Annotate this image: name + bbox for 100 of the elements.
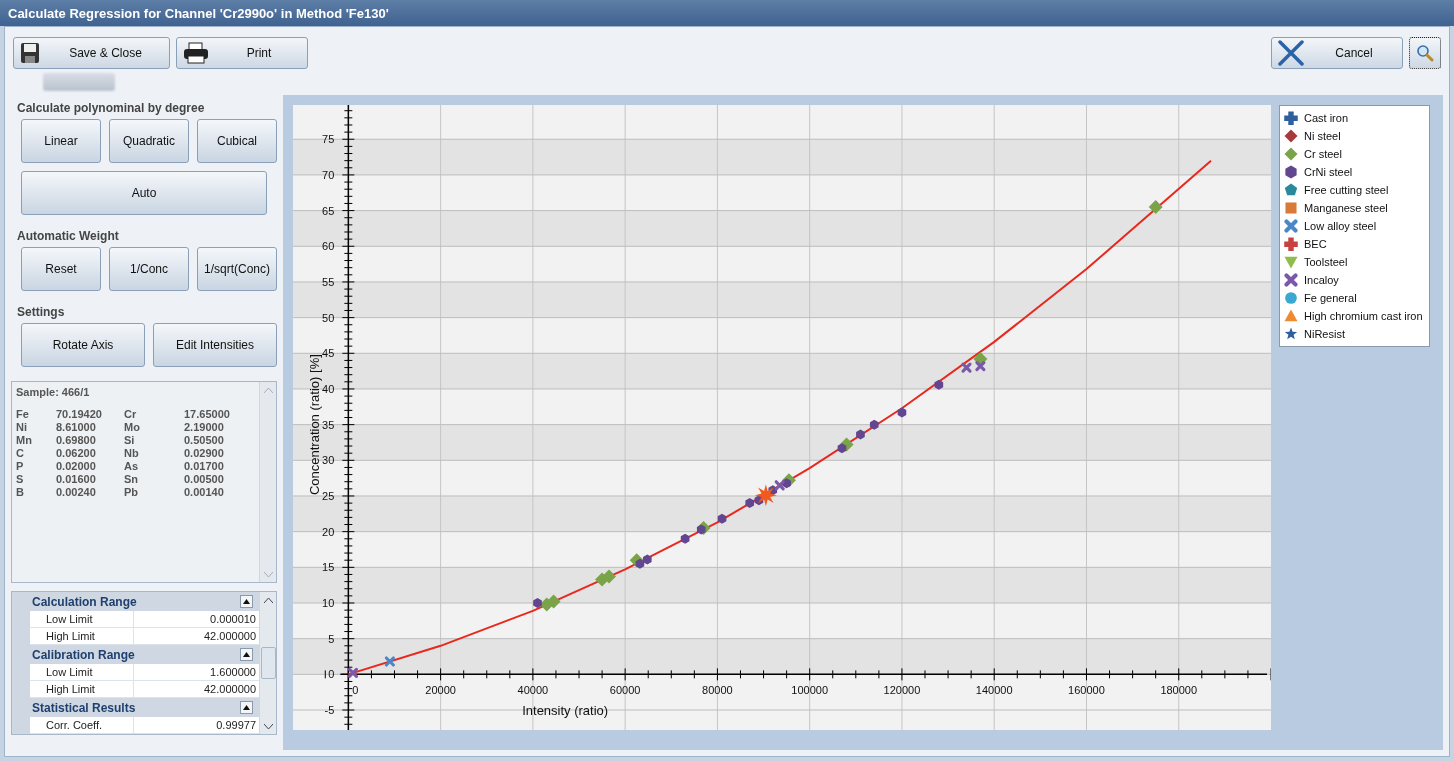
category-label: Calibration Range [32, 647, 136, 662]
property-value[interactable]: 0.99977 [133, 717, 259, 734]
collapse-toggle[interactable] [240, 648, 253, 661]
legend-label: Cr steel [1304, 148, 1342, 160]
y-tick-label: 25 [322, 490, 335, 502]
y-tick-label: 10 [322, 597, 335, 609]
y-axis-label: Concentration (ratio) [%] [307, 354, 322, 496]
element-value: 0.00240 [56, 486, 97, 499]
y-tick-label: 75 [322, 133, 335, 146]
caret-up-icon [243, 705, 250, 710]
section-title: Calculate polynominal by degree [17, 101, 206, 115]
section-title: Settings [17, 305, 66, 319]
element-symbol: Cr [124, 408, 138, 421]
property-value[interactable]: 1.600000 [133, 664, 259, 681]
option-button[interactable]: Rotate Axis [21, 323, 145, 367]
x-tick-label: 160000 [1068, 684, 1105, 697]
y-tick-label: 40 [322, 382, 335, 395]
element-symbol: Si [124, 434, 136, 447]
window-title: Calculate Regression for Channel 'Cr2990o' in Method 'Fe130' [0, 0, 1454, 26]
element-symbol: Mn [16, 434, 33, 447]
caret-up-icon [243, 652, 250, 657]
x-tick-label: 60000 [609, 684, 641, 697]
element-symbol: C [16, 447, 25, 460]
y-tick-label: 70 [322, 168, 335, 181]
element-value: 0.01700 [184, 460, 225, 473]
property-value[interactable]: 42.000000 [133, 681, 259, 698]
property-label: High Limit [30, 681, 133, 698]
legend-label: BEC [1304, 238, 1327, 250]
property-value[interactable]: 0.000010 [133, 611, 259, 628]
x-tick-label: 100000 [791, 684, 829, 697]
legend-label: Cast iron [1304, 112, 1349, 124]
y-tick-label: -5 [324, 704, 335, 716]
caret-up-icon [243, 599, 250, 604]
legend-label: Toolsteel [1304, 256, 1348, 268]
y-tick-label: 35 [322, 418, 335, 431]
y-tick-label: 20 [322, 525, 335, 538]
legend-label: Free cutting steel [1304, 184, 1389, 196]
option-button[interactable]: Reset [21, 247, 101, 291]
element-value: 0.02900 [184, 447, 225, 460]
legend-label: Fe general [1304, 292, 1357, 304]
x-tick-label: 20000 [425, 684, 456, 697]
option-button[interactable]: 1/Conc [109, 247, 189, 291]
option-button[interactable]: Cubical [197, 119, 277, 163]
element-symbol: As [124, 460, 140, 473]
element-symbol: Sn [124, 473, 140, 486]
element-value: 2.19000 [184, 421, 225, 434]
option-button[interactable]: Edit Intensities [153, 323, 277, 367]
element-symbol: B [16, 486, 25, 499]
element-value: 8.61000 [56, 421, 97, 434]
collapse-toggle[interactable] [240, 701, 253, 714]
x-tick-label: 120000 [883, 684, 921, 697]
y-tick-label: 55 [322, 275, 335, 288]
printer-icon [183, 42, 209, 64]
element-symbol: Pb [124, 486, 140, 499]
element-value: 0.50500 [184, 434, 225, 447]
scroll-thumb[interactable] [260, 647, 276, 679]
print-button[interactable]: Print [176, 37, 308, 69]
legend-label: Low alloy steel [1304, 220, 1377, 232]
auto-button[interactable]: Auto [21, 171, 267, 215]
element-symbol: Fe [16, 408, 30, 421]
element-symbol: P [16, 460, 25, 473]
property-label: Corr. Coeff. [30, 717, 133, 734]
element-value: 0.00500 [184, 473, 225, 486]
close-icon [1278, 40, 1304, 66]
legend-label: Incaloy [1304, 274, 1339, 286]
x-axis-label: Intensity (ratio) [522, 703, 609, 719]
property-label: High Limit [30, 628, 133, 645]
y-tick-label: 45 [322, 347, 335, 360]
element-symbol: S [16, 473, 25, 486]
y-tick-label: 0 [328, 668, 335, 681]
property-label: Low Limit [30, 611, 133, 628]
option-button[interactable]: Quadratic [109, 119, 189, 163]
element-symbol: Nb [124, 447, 140, 460]
option-button[interactable]: Linear [21, 119, 101, 163]
scrollbar[interactable] [259, 592, 276, 734]
y-tick-label: 30 [322, 454, 335, 467]
scrollbar[interactable] [259, 382, 276, 582]
x-tick-label: 180000 [1160, 684, 1198, 697]
element-value: 0.02000 [56, 460, 97, 473]
category-label: Calculation Range [32, 594, 138, 609]
element-symbol: Ni [16, 421, 28, 434]
element-value: 0.00140 [184, 486, 225, 499]
y-tick-label: 65 [322, 204, 335, 217]
y-tick-label: 60 [322, 240, 335, 253]
property-label: Low Limit [30, 664, 133, 681]
legend-label: NiResist [1304, 328, 1345, 340]
y-tick-label: 15 [322, 561, 335, 574]
element-value: 70.19420 [56, 408, 103, 421]
save-close-button[interactable]: Save & Close [13, 37, 170, 69]
property-value[interactable]: 42.000000 [133, 628, 259, 645]
legend-label: Ni steel [1304, 130, 1341, 142]
collapse-toggle[interactable] [240, 595, 253, 608]
element-value: 0.06200 [56, 447, 97, 460]
legend-label: CrNi steel [1304, 166, 1353, 178]
x-tick-label: 40000 [517, 684, 549, 697]
option-button[interactable]: 1/sqrt(Conc) [196, 247, 277, 291]
sample-title: Sample: 466/1 [16, 386, 91, 398]
search-button[interactable] [1409, 37, 1441, 69]
element-value: 17.65000 [184, 408, 231, 421]
cancel-button[interactable]: Cancel [1271, 37, 1403, 69]
